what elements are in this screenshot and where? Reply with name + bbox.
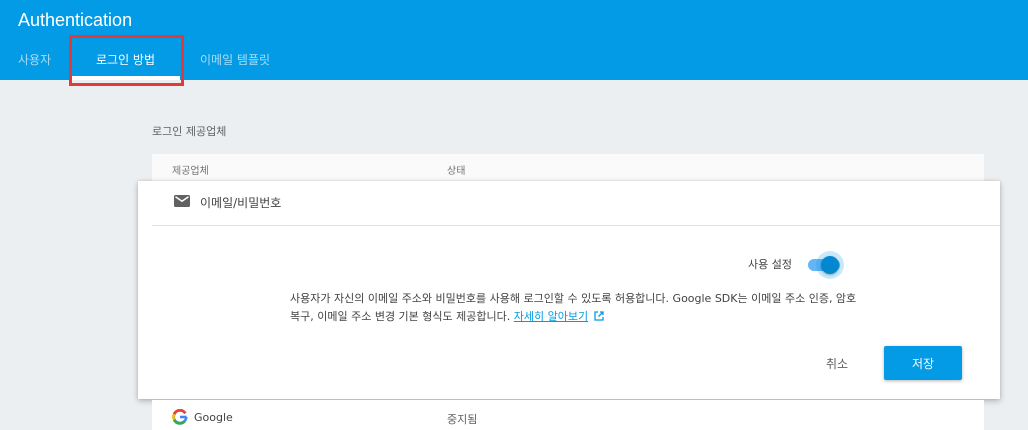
annotation-highlight-box — [69, 35, 184, 86]
external-link-icon[interactable] — [594, 311, 604, 321]
page-title: Authentication — [18, 10, 133, 30]
card-divider — [152, 225, 1000, 226]
toggle-knob — [821, 256, 839, 274]
learn-more-link[interactable]: 자세히 알아보기 — [514, 310, 588, 323]
tab-email-templates[interactable]: 이메일 템플릿 — [200, 48, 270, 80]
enable-toggle-label: 사용 설정 — [748, 258, 792, 271]
tab-users[interactable]: 사용자 — [18, 48, 51, 80]
email-provider-card: 이메일/비밀번호 사용 설정 사용자가 자신의 이메일 주소와 비밀번호를 사용… — [138, 181, 1000, 399]
mail-icon — [174, 195, 190, 207]
cancel-button[interactable]: 취소 — [810, 346, 864, 380]
enable-toggle[interactable] — [804, 251, 844, 279]
email-provider-description: 사용자가 자신의 이메일 주소와 비밀번호를 사용해 로그인할 수 있도록 허용… — [290, 290, 860, 326]
google-provider-status: 중지됨 — [447, 413, 478, 426]
save-button[interactable]: 저장 — [884, 346, 962, 380]
providers-section-title: 로그인 제공업체 — [152, 125, 227, 138]
google-provider-row[interactable]: Google 중지됨 — [152, 400, 984, 430]
providers-table-header: 제공업체 상태 — [152, 154, 984, 182]
google-icon — [172, 409, 188, 425]
column-header-status: 상태 — [447, 166, 466, 177]
column-header-provider: 제공업체 — [172, 166, 209, 177]
email-provider-row[interactable]: 이메일/비밀번호 — [138, 181, 1000, 225]
email-provider-name: 이메일/비밀번호 — [200, 196, 282, 210]
google-provider-name: Google — [194, 411, 233, 424]
